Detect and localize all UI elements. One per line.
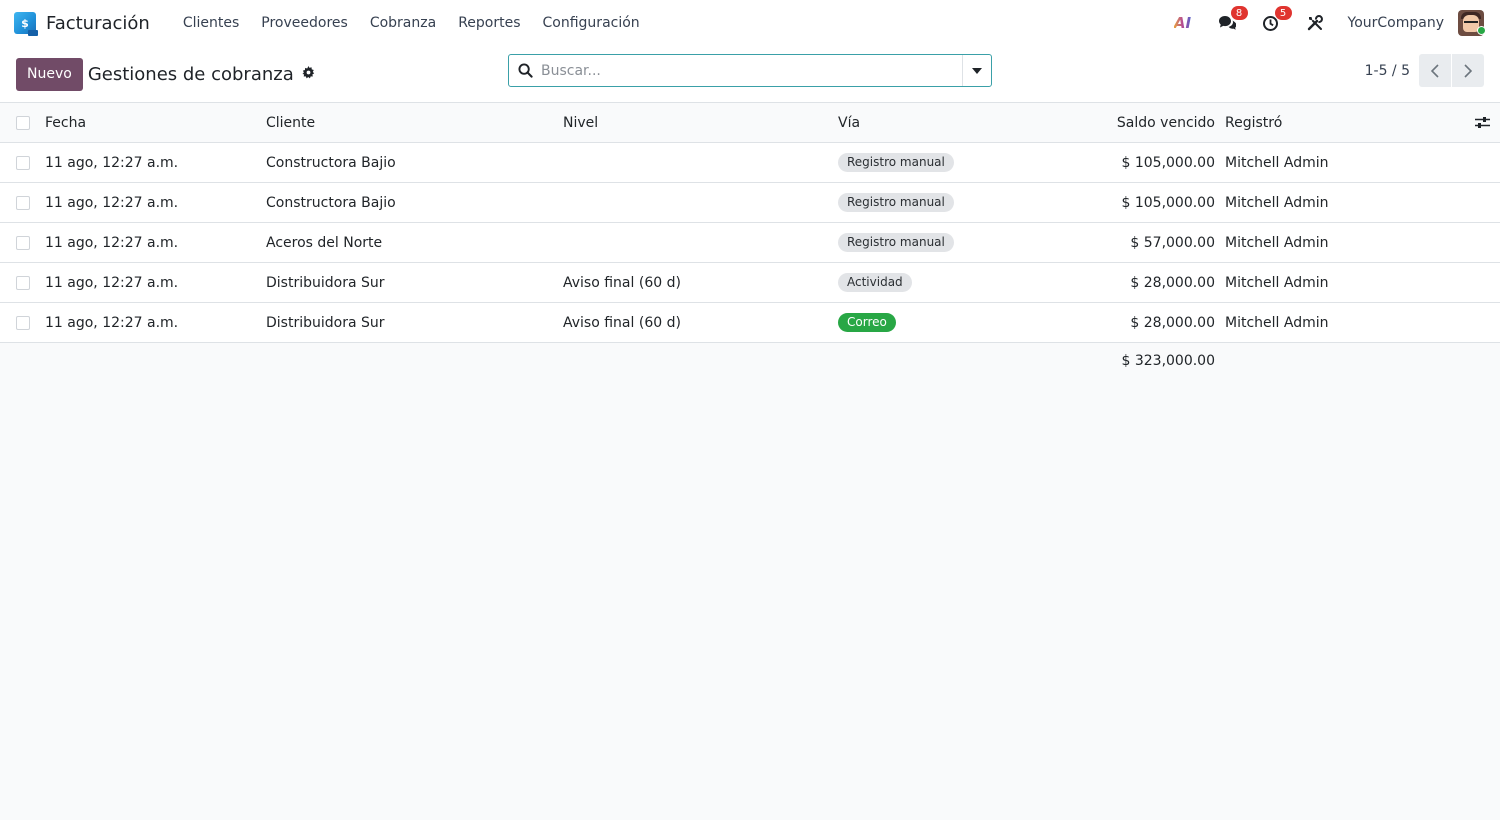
cell-fecha: 11 ago, 12:27 a.m. — [45, 194, 179, 211]
cell-registro: Mitchell Admin — [1225, 194, 1329, 211]
column-header-saldo[interactable]: Saldo vencido — [1117, 103, 1215, 142]
column-header-via[interactable]: Vía — [838, 103, 860, 142]
column-header-nivel[interactable]: Nivel — [563, 103, 598, 142]
row-checkbox[interactable] — [16, 235, 30, 250]
via-tag: Registro manual — [838, 153, 954, 172]
pager: 1-5 / 5 — [1365, 54, 1484, 87]
cell-fecha: 11 ago, 12:27 a.m. — [45, 154, 179, 171]
column-header-cliente[interactable]: Cliente — [266, 103, 315, 142]
ai-icon[interactable]: AI — [1172, 12, 1194, 34]
table-row[interactable]: 11 ago, 12:27 a.m. Aceros del Norte Regi… — [0, 223, 1500, 263]
saldo-total: $ 323,000.00 — [1121, 353, 1215, 369]
control-panel: Nuevo Gestiones de cobranza 1-5 / 5 — [0, 46, 1500, 103]
via-tag: Registro manual — [838, 193, 954, 212]
table-row[interactable]: 11 ago, 12:27 a.m. Distribuidora Sur Avi… — [0, 303, 1500, 343]
ai-label: AI — [1173, 14, 1192, 32]
cell-registro: Mitchell Admin — [1225, 234, 1329, 251]
menu-item-reportes[interactable]: Reportes — [447, 15, 531, 31]
cell-saldo: $ 57,000.00 — [1130, 234, 1215, 251]
optional-columns-toggle[interactable] — [1475, 103, 1490, 142]
activities-button[interactable]: 5 — [1260, 6, 1292, 34]
wrench-screwdriver-icon — [1307, 15, 1323, 31]
menu-item-cobranza[interactable]: Cobranza — [359, 15, 447, 31]
cell-saldo: $ 28,000.00 — [1130, 314, 1215, 331]
table-row[interactable]: 11 ago, 12:27 a.m. Constructora Bajio Re… — [0, 183, 1500, 223]
new-button[interactable]: Nuevo — [16, 57, 83, 91]
activities-count-badge: 5 — [1274, 6, 1292, 20]
row-checkbox[interactable] — [16, 315, 30, 330]
search-icon — [509, 63, 541, 78]
cell-cliente: Distribuidora Sur — [266, 274, 385, 291]
pager-value[interactable]: 1-5 / 5 — [1365, 63, 1410, 79]
table-header: Fecha Cliente Nivel Vía Saldo vencido Re… — [0, 103, 1500, 143]
chevron-left-icon — [1431, 63, 1439, 78]
search-options-toggle[interactable] — [962, 55, 991, 86]
search-box — [508, 54, 992, 87]
row-checkbox[interactable] — [16, 155, 30, 170]
table-row[interactable]: 11 ago, 12:27 a.m. Constructora Bajio Re… — [0, 143, 1500, 183]
avatar-glasses — [1464, 21, 1478, 24]
gear-icon[interactable] — [302, 65, 315, 83]
menu-item-clientes[interactable]: Clientes — [172, 15, 250, 31]
via-tag: Actividad — [838, 273, 912, 292]
top-navbar: $ Facturación Clientes Proveedores Cobra… — [0, 0, 1500, 46]
via-tag: Correo — [838, 313, 896, 332]
cell-fecha: 11 ago, 12:27 a.m. — [45, 234, 179, 251]
messages-button[interactable]: 8 — [1216, 6, 1248, 34]
menu-item-proveedores[interactable]: Proveedores — [250, 15, 359, 31]
gear-icon-svg — [302, 65, 314, 78]
search-input[interactable] — [541, 55, 962, 86]
cell-registro: Mitchell Admin — [1225, 274, 1329, 291]
app-name[interactable]: Facturación — [46, 13, 150, 34]
online-status-dot — [1477, 26, 1486, 35]
cell-cliente: Constructora Bajio — [266, 154, 396, 171]
logo-symbol: $ — [21, 16, 29, 30]
row-checkbox[interactable] — [16, 195, 30, 210]
caret-down-icon — [972, 67, 982, 74]
cell-nivel: Aviso final (60 d) — [563, 314, 681, 331]
select-all-checkbox[interactable] — [16, 115, 30, 130]
column-header-fecha[interactable]: Fecha — [45, 103, 86, 142]
menu-item-configuracion[interactable]: Configuración — [532, 15, 651, 31]
cell-cliente: Constructora Bajio — [266, 194, 396, 211]
table-footer: $ 323,000.00 — [0, 343, 1500, 381]
pager-previous-button[interactable] — [1419, 54, 1451, 87]
cell-cliente: Aceros del Norte — [266, 234, 383, 251]
cell-saldo: $ 105,000.00 — [1121, 154, 1215, 171]
cell-saldo: $ 105,000.00 — [1121, 194, 1215, 211]
cell-registro: Mitchell Admin — [1225, 314, 1329, 331]
sliders-icon — [1475, 117, 1490, 128]
systray: AI 8 5 YourCompany — [1150, 6, 1486, 36]
main-menu: Clientes Proveedores Cobranza Reportes C… — [172, 15, 651, 31]
cell-cliente: Distribuidora Sur — [266, 314, 385, 331]
page-title: Gestiones de cobranza — [87, 63, 294, 85]
column-header-registro[interactable]: Registró — [1225, 103, 1282, 142]
tools-icon[interactable] — [1304, 12, 1326, 34]
collection-list: Fecha Cliente Nivel Vía Saldo vencido Re… — [0, 103, 1500, 343]
row-checkbox[interactable] — [16, 275, 30, 290]
cell-fecha: 11 ago, 12:27 a.m. — [45, 314, 179, 331]
cell-fecha: 11 ago, 12:27 a.m. — [45, 274, 179, 291]
table-row[interactable]: 11 ago, 12:27 a.m. Distribuidora Sur Avi… — [0, 263, 1500, 303]
via-tag: Registro manual — [838, 233, 954, 252]
app-logo-icon[interactable]: $ — [14, 12, 38, 36]
company-name[interactable]: YourCompany — [1348, 15, 1445, 31]
messages-count-badge: 8 — [1230, 6, 1248, 20]
cell-nivel: Aviso final (60 d) — [563, 274, 681, 291]
pager-next-button[interactable] — [1452, 54, 1484, 87]
cell-registro: Mitchell Admin — [1225, 154, 1329, 171]
cell-saldo: $ 28,000.00 — [1130, 274, 1215, 291]
chevron-right-icon — [1464, 63, 1472, 78]
